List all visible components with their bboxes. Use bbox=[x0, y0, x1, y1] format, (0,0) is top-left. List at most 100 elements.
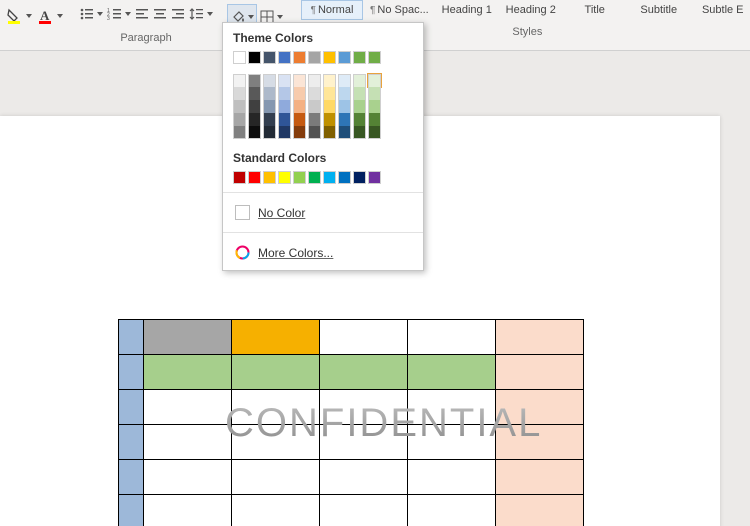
shade-swatch[interactable] bbox=[263, 100, 276, 113]
shade-swatch[interactable] bbox=[338, 74, 351, 87]
shade-swatch[interactable] bbox=[233, 74, 246, 87]
table-cell[interactable] bbox=[144, 390, 232, 425]
table-cell[interactable] bbox=[408, 460, 496, 495]
shade-swatch[interactable] bbox=[263, 126, 276, 139]
shade-swatch[interactable] bbox=[293, 87, 306, 100]
table-cell[interactable] bbox=[320, 425, 408, 460]
standard-swatch[interactable] bbox=[308, 171, 321, 184]
theme-swatch[interactable] bbox=[338, 51, 351, 64]
shade-swatch[interactable] bbox=[278, 87, 291, 100]
table-cell[interactable] bbox=[320, 320, 408, 355]
shade-swatch[interactable] bbox=[248, 74, 261, 87]
more-colors-item[interactable]: More Colors... bbox=[233, 241, 413, 264]
table-cell[interactable] bbox=[232, 390, 320, 425]
table-cell[interactable] bbox=[232, 320, 320, 355]
shade-swatch[interactable] bbox=[233, 87, 246, 100]
shade-swatch[interactable] bbox=[278, 74, 291, 87]
shade-swatch[interactable] bbox=[353, 126, 366, 139]
theme-swatch[interactable] bbox=[248, 51, 261, 64]
table-cell[interactable] bbox=[119, 320, 144, 355]
standard-swatch[interactable] bbox=[233, 171, 246, 184]
standard-swatch[interactable] bbox=[263, 171, 276, 184]
theme-swatch[interactable] bbox=[368, 51, 381, 64]
table-cell[interactable] bbox=[144, 320, 232, 355]
shade-swatch[interactable] bbox=[308, 87, 321, 100]
table-cell[interactable] bbox=[320, 355, 408, 390]
table-cell[interactable] bbox=[144, 495, 232, 526]
table-cell[interactable] bbox=[408, 425, 496, 460]
shade-swatch[interactable] bbox=[353, 113, 366, 126]
shade-swatch[interactable] bbox=[293, 126, 306, 139]
table-cell[interactable] bbox=[496, 390, 584, 425]
no-color-item[interactable]: No Color bbox=[233, 201, 413, 224]
standard-swatch[interactable] bbox=[368, 171, 381, 184]
shade-swatch[interactable] bbox=[323, 113, 336, 126]
theme-swatch[interactable] bbox=[323, 51, 336, 64]
align-right-button[interactable] bbox=[169, 2, 187, 26]
style-no-spac-[interactable]: ¶No Spac... bbox=[365, 0, 434, 20]
document-table[interactable] bbox=[118, 319, 584, 526]
shade-swatch[interactable] bbox=[293, 113, 306, 126]
shade-swatch[interactable] bbox=[248, 100, 261, 113]
shade-swatch[interactable] bbox=[308, 100, 321, 113]
shade-swatch[interactable] bbox=[368, 100, 381, 113]
shade-swatch[interactable] bbox=[308, 74, 321, 87]
shade-swatch[interactable] bbox=[323, 74, 336, 87]
table-cell[interactable] bbox=[232, 495, 320, 526]
shade-swatch[interactable] bbox=[233, 113, 246, 126]
table-cell[interactable] bbox=[408, 495, 496, 526]
theme-swatch[interactable] bbox=[308, 51, 321, 64]
font-color-button[interactable]: A bbox=[35, 4, 65, 28]
theme-swatch[interactable] bbox=[293, 51, 306, 64]
shade-swatch[interactable] bbox=[278, 126, 291, 139]
shade-swatch[interactable] bbox=[338, 87, 351, 100]
standard-swatch[interactable] bbox=[293, 171, 306, 184]
shade-swatch[interactable] bbox=[263, 74, 276, 87]
table-cell[interactable] bbox=[144, 460, 232, 495]
shade-swatch[interactable] bbox=[233, 126, 246, 139]
shade-swatch[interactable] bbox=[248, 87, 261, 100]
table-cell[interactable] bbox=[496, 460, 584, 495]
table-cell[interactable] bbox=[496, 320, 584, 355]
numbering-button[interactable]: 123 bbox=[105, 2, 133, 26]
theme-swatch[interactable] bbox=[278, 51, 291, 64]
shade-swatch[interactable] bbox=[308, 126, 321, 139]
shade-swatch[interactable] bbox=[368, 87, 381, 100]
table-cell[interactable] bbox=[320, 495, 408, 526]
highlight-color-button[interactable] bbox=[4, 4, 34, 28]
shade-swatch[interactable] bbox=[263, 113, 276, 126]
standard-swatch[interactable] bbox=[338, 171, 351, 184]
table-cell[interactable] bbox=[144, 355, 232, 390]
table-cell[interactable] bbox=[496, 495, 584, 526]
shade-swatch[interactable] bbox=[323, 100, 336, 113]
shade-swatch[interactable] bbox=[368, 74, 381, 87]
shade-swatch[interactable] bbox=[248, 113, 261, 126]
table-cell[interactable] bbox=[232, 425, 320, 460]
align-center-button[interactable] bbox=[151, 2, 169, 26]
table-cell[interactable] bbox=[408, 390, 496, 425]
shade-swatch[interactable] bbox=[293, 100, 306, 113]
shade-swatch[interactable] bbox=[308, 113, 321, 126]
shade-swatch[interactable] bbox=[293, 74, 306, 87]
table-cell[interactable] bbox=[232, 355, 320, 390]
bullets-button[interactable] bbox=[77, 2, 105, 26]
shade-swatch[interactable] bbox=[368, 113, 381, 126]
style-heading-1[interactable]: Heading 1 bbox=[436, 0, 498, 20]
table-cell[interactable] bbox=[119, 390, 144, 425]
align-left-button[interactable] bbox=[133, 2, 151, 26]
table-cell[interactable] bbox=[320, 460, 408, 495]
shade-swatch[interactable] bbox=[323, 87, 336, 100]
table-cell[interactable] bbox=[119, 460, 144, 495]
table-cell[interactable] bbox=[408, 355, 496, 390]
table-cell[interactable] bbox=[119, 425, 144, 460]
line-spacing-button[interactable] bbox=[187, 2, 215, 26]
shade-swatch[interactable] bbox=[338, 100, 351, 113]
table-cell[interactable] bbox=[232, 460, 320, 495]
shade-swatch[interactable] bbox=[278, 100, 291, 113]
shade-swatch[interactable] bbox=[233, 100, 246, 113]
theme-swatch[interactable] bbox=[353, 51, 366, 64]
style-subtitle[interactable]: Subtitle bbox=[628, 0, 690, 20]
standard-swatch[interactable] bbox=[353, 171, 366, 184]
table-cell[interactable] bbox=[119, 495, 144, 526]
style-subtle-e[interactable]: Subtle E bbox=[692, 0, 750, 20]
